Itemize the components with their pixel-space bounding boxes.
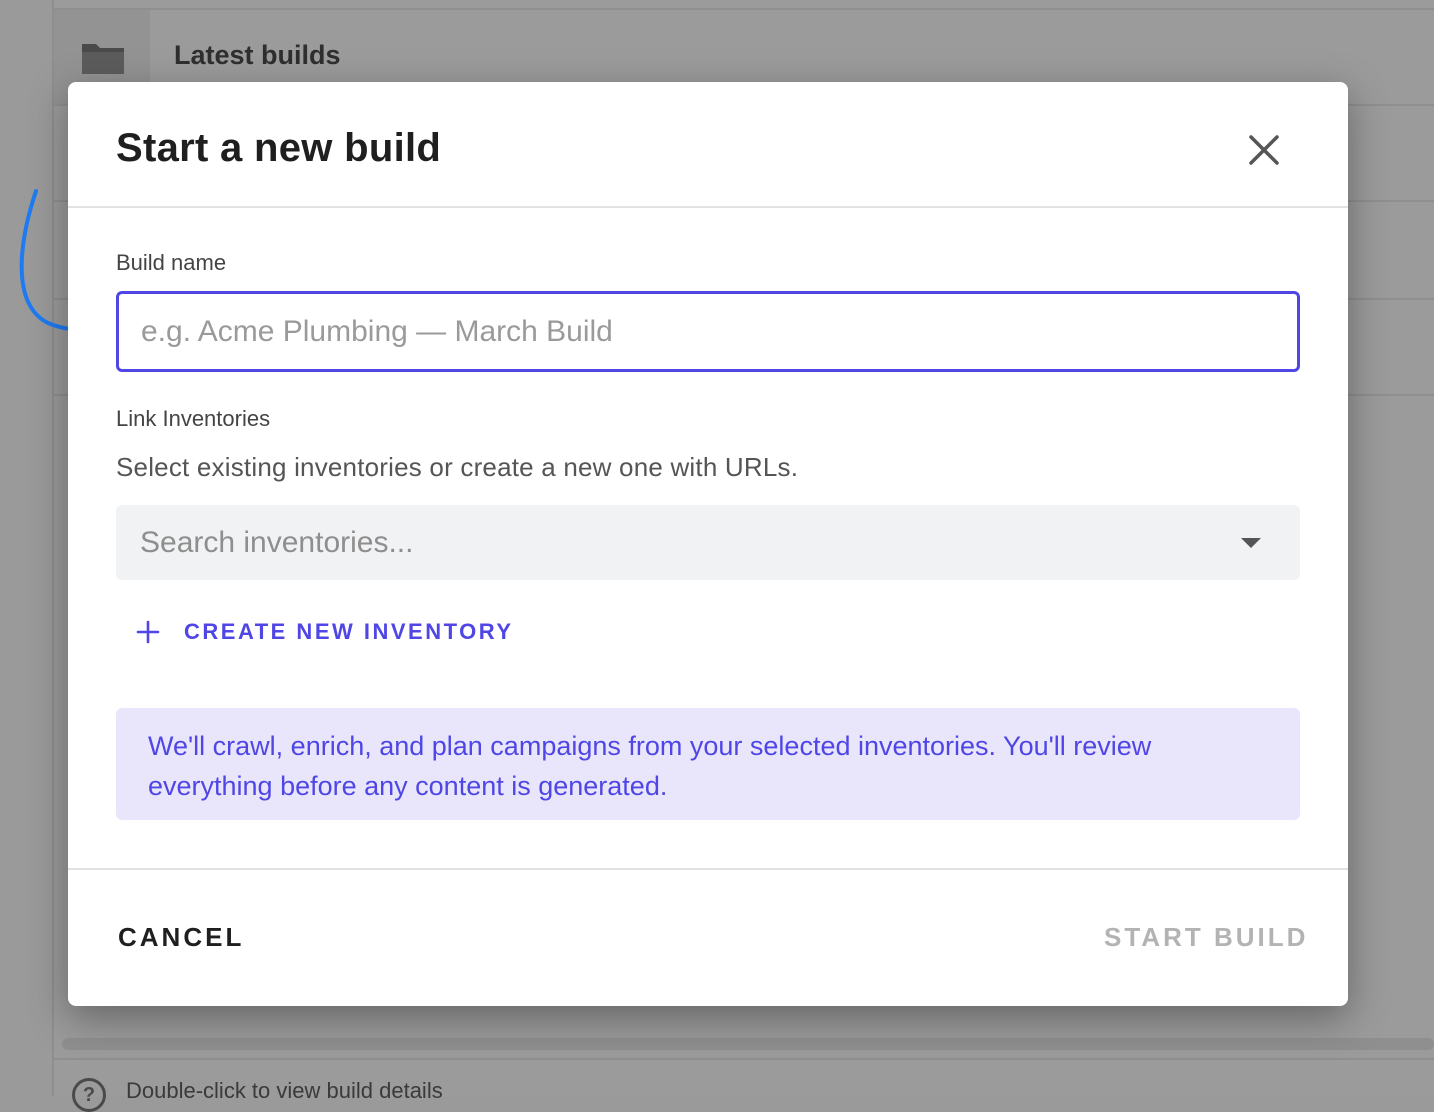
plus-icon [136,620,160,644]
divider [54,8,1434,10]
horizontal-scrollbar[interactable] [62,1038,1434,1050]
close-icon [1249,135,1279,165]
cancel-button[interactable]: CANCEL [118,922,244,953]
build-name-input[interactable] [116,291,1300,372]
info-banner: We'll crawl, enrich, and plan campaigns … [116,708,1300,820]
create-new-inventory-label: CREATE NEW INVENTORY [184,619,514,644]
dialog-title: Start a new build [116,126,442,170]
section-title: Latest builds [174,40,341,70]
create-new-inventory-button[interactable]: CREATE NEW INVENTORY [136,614,514,650]
footer-hint: Double-click to view build details [126,1078,443,1103]
link-inventories-helper: Select existing inventories or create a … [116,452,799,482]
footer-divider [68,868,1348,870]
link-inventories-label: Link Inventories [116,406,271,431]
folder-icon [82,44,124,74]
build-name-label: Build name [116,250,227,275]
close-button[interactable] [1236,128,1292,172]
help-circle-icon: ? [72,1078,106,1112]
info-banner-text: We'll crawl, enrich, and plan campaigns … [148,731,1152,801]
caret-down-icon[interactable] [1240,537,1262,549]
start-build-button[interactable]: START BUILD [1104,922,1308,953]
inventory-search-select[interactable]: Search inventories... [116,505,1300,580]
dialog-header: Start a new build [68,82,1348,208]
left-rail [0,0,54,1096]
inventory-search-placeholder: Search inventories... [140,526,414,559]
new-build-dialog: Start a new build Build name Link Invent… [68,82,1348,1006]
divider [54,1058,1434,1060]
